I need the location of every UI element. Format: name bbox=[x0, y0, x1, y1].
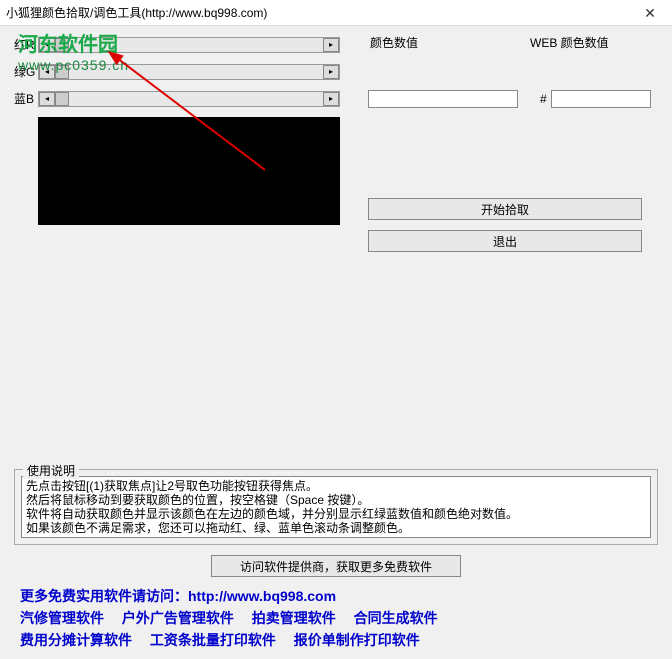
start-pick-button[interactable]: 开始拾取 bbox=[368, 198, 642, 220]
blue-label: 蓝B bbox=[14, 90, 38, 107]
green-label: 绿G bbox=[14, 63, 38, 80]
help-legend: 使用说明 bbox=[23, 462, 79, 479]
green-scrollbar[interactable]: ◂ ▸ bbox=[38, 64, 340, 80]
link-item[interactable]: 合同生成软件 bbox=[354, 610, 438, 626]
scroll-thumb[interactable] bbox=[55, 65, 69, 79]
color-preview bbox=[38, 117, 340, 225]
help-line: 先点击按钮[(1)获取焦点]让2号取色功能按钮获得焦点。 bbox=[26, 479, 646, 493]
link-item[interactable]: 户外广告管理软件 bbox=[122, 610, 234, 626]
scroll-track[interactable] bbox=[55, 65, 323, 79]
column-labels: 颜色数值 WEB 颜色数值 bbox=[370, 34, 609, 51]
content: 颜色数值 WEB 颜色数值 红R ◂ ▸ 绿G ◂ ▸ # 蓝B ◂ ▸ 开始拾… bbox=[0, 26, 672, 659]
red-scrollbar[interactable]: ◂ ▸ bbox=[38, 37, 340, 53]
links-block: 更多免费实用软件请访问：http://www.bq998.com 汽修管理软件 … bbox=[14, 585, 658, 651]
vendor-link[interactable]: http://www.bq998.com bbox=[188, 588, 336, 604]
hash-label: # bbox=[540, 92, 547, 106]
help-text: 先点击按钮[(1)获取焦点]让2号取色功能按钮获得焦点。 然后将鼠标移动到要获取… bbox=[21, 476, 651, 538]
web-value-label: WEB 颜色数值 bbox=[530, 34, 609, 51]
scroll-track[interactable] bbox=[55, 92, 323, 106]
scroll-left-icon[interactable]: ◂ bbox=[39, 65, 55, 79]
visit-vendor-button[interactable]: 访问软件提供商，获取更多免费软件 bbox=[211, 555, 461, 577]
links-intro: 更多免费实用软件请访问： bbox=[20, 588, 188, 604]
scroll-left-icon[interactable]: ◂ bbox=[39, 38, 55, 52]
scroll-thumb[interactable] bbox=[55, 38, 69, 52]
link-item[interactable]: 拍卖管理软件 bbox=[252, 610, 336, 626]
scroll-thumb[interactable] bbox=[55, 92, 69, 106]
scroll-right-icon[interactable]: ▸ bbox=[323, 38, 339, 52]
window-title: 小狐狸颜色拾取/调色工具(http://www.bq998.com) bbox=[6, 4, 267, 21]
help-line: 软件将自动获取颜色并显示该颜色在左边的颜色域，并分别显示红绿蓝数值和颜色绝对数值… bbox=[26, 507, 646, 521]
red-label: 红R bbox=[14, 36, 38, 53]
link-item[interactable]: 工资条批量打印软件 bbox=[150, 632, 276, 648]
scroll-left-icon[interactable]: ◂ bbox=[39, 92, 55, 106]
link-item[interactable]: 汽修管理软件 bbox=[20, 610, 104, 626]
scroll-track[interactable] bbox=[55, 38, 323, 52]
link-item[interactable]: 费用分摊计算软件 bbox=[20, 632, 132, 648]
blue-scrollbar[interactable]: ◂ ▸ bbox=[38, 91, 340, 107]
color-value-input[interactable] bbox=[368, 90, 518, 108]
web-value-wrap: # bbox=[540, 90, 651, 108]
color-value-label: 颜色数值 bbox=[370, 34, 530, 51]
exit-button[interactable]: 退出 bbox=[368, 230, 642, 252]
scroll-right-icon[interactable]: ▸ bbox=[323, 92, 339, 106]
close-button[interactable]: ✕ bbox=[628, 0, 672, 26]
titlebar: 小狐狸颜色拾取/调色工具(http://www.bq998.com) ✕ bbox=[0, 0, 672, 26]
row-green: 绿G ◂ ▸ bbox=[14, 63, 658, 80]
web-value-input[interactable] bbox=[551, 90, 651, 108]
help-line: 如果该颜色不满足需求，您还可以拖动红、绿、蓝单色滚动条调整颜色。 bbox=[26, 521, 646, 535]
link-item[interactable]: 报价单制作打印软件 bbox=[294, 632, 420, 648]
help-fieldset: 使用说明 先点击按钮[(1)获取焦点]让2号取色功能按钮获得焦点。 然后将鼠标移… bbox=[14, 469, 658, 545]
scroll-right-icon[interactable]: ▸ bbox=[323, 65, 339, 79]
